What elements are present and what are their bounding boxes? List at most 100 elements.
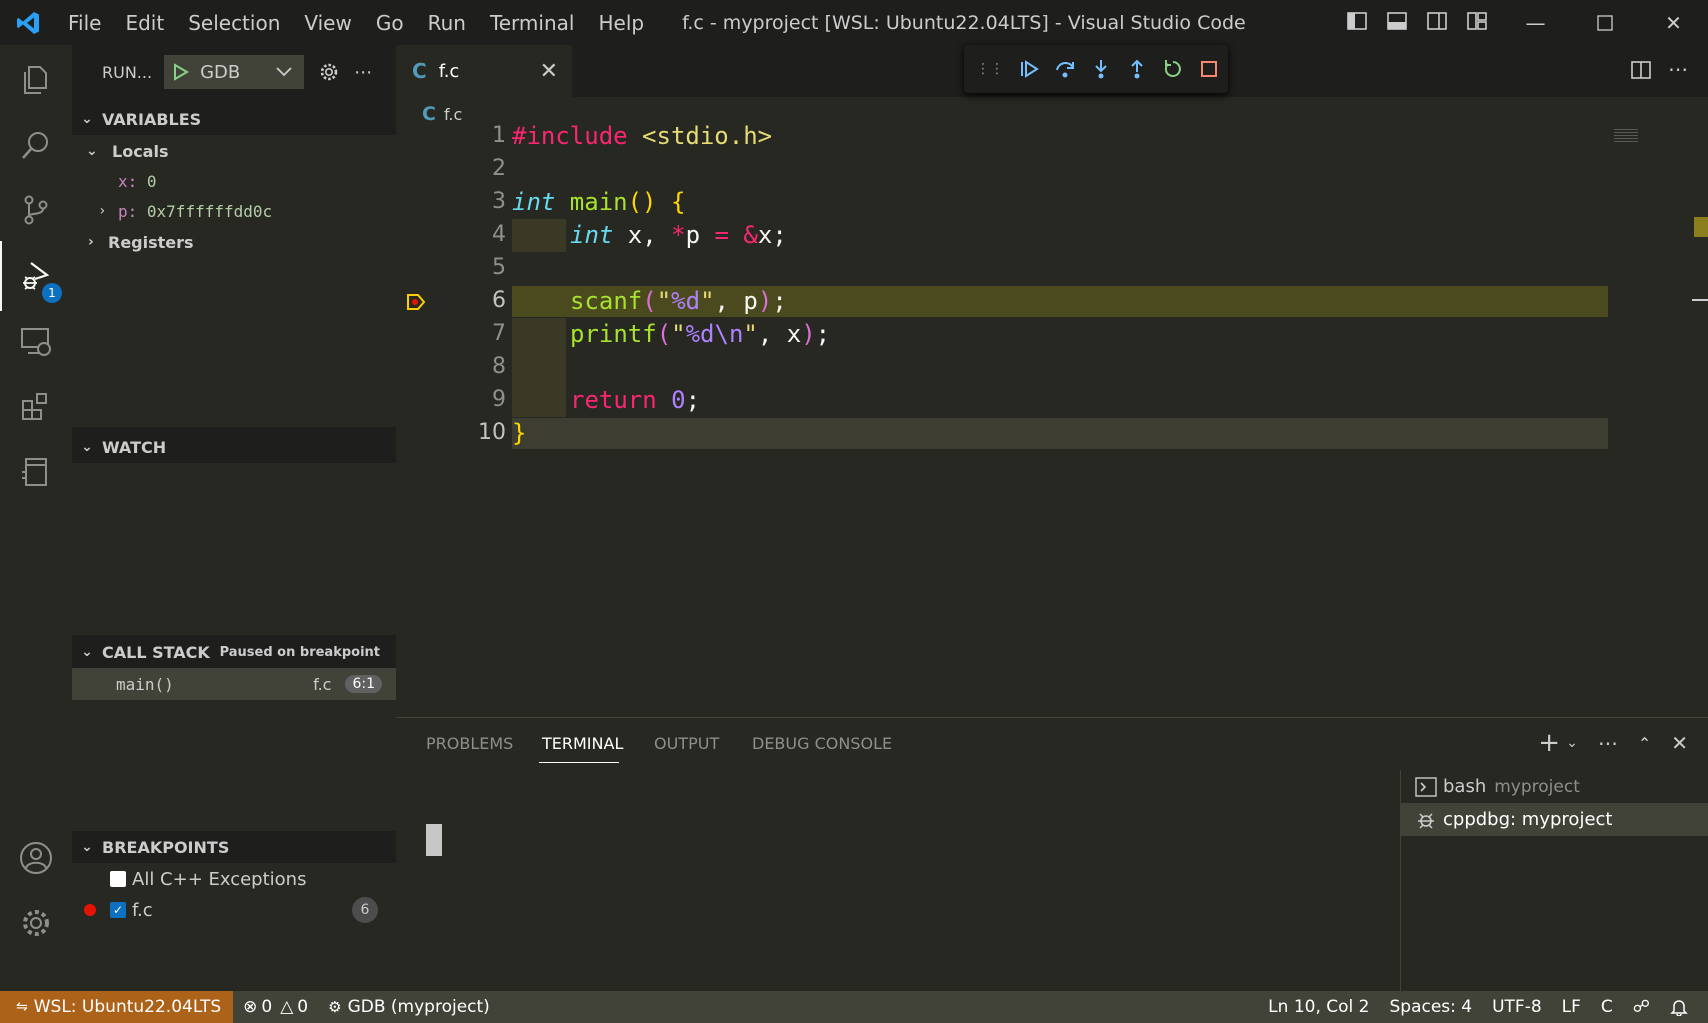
menu-terminal[interactable]: Terminal [478,11,587,35]
code-line[interactable]: 9 return 0; [396,384,1708,417]
code-line[interactable]: 4 int x, *p = &x; [396,219,1708,252]
terminal-item-cppdbg[interactable]: cppdbg: myproject [1401,803,1708,836]
error-icon: ⊗ [243,997,258,1017]
variable-row[interactable]: › p: 0x7ffffffdd0c [72,195,396,227]
breakpoint-row[interactable]: All C++ Exceptions [72,863,396,895]
restart-icon[interactable] [1162,58,1184,80]
debug-sidebar: RUN... GDB ⋯ ⌄ VARIABLES ⌄ Locals x: 0 ›… [72,45,396,991]
menu-view[interactable]: View [292,11,363,35]
step-out-icon[interactable] [1126,58,1148,80]
terminal-item-bash[interactable]: bash myproject [1401,770,1708,803]
search-icon[interactable] [0,110,72,180]
breakpoints-section-header[interactable]: ⌄ BREAKPOINTS [72,831,396,863]
variables-section-header[interactable]: ⌄ VARIABLES [72,103,396,135]
call-stack-section-header[interactable]: ⌄ CALL STACK Paused on breakpoint [72,636,396,668]
code-line[interactable]: 3 int main() { [396,186,1708,219]
warning-icon: △ [280,997,294,1017]
stop-icon[interactable] [1198,58,1220,80]
watch-panel [72,463,396,635]
debug-session-indicator[interactable]: ⚙ GDB (myproject) [318,997,500,1017]
language-mode[interactable]: C [1591,997,1623,1017]
menu-selection[interactable]: Selection [176,11,292,35]
toggle-primary-sidebar-icon[interactable] [1346,10,1368,32]
tab-problems[interactable]: PROBLEMS [426,734,513,753]
menu-help[interactable]: Help [586,11,656,35]
menu-edit[interactable]: Edit [113,11,176,35]
code-line[interactable]: 5 [396,252,1708,285]
cursor-position[interactable]: Ln 10, Col 2 [1258,997,1379,1017]
variable-name: x: [118,171,138,191]
more-actions-icon[interactable]: ⋯ [1598,731,1618,755]
drag-handle-icon[interactable]: ⋮⋮ [976,61,1004,77]
remote-explorer-icon[interactable] [0,306,72,376]
manage-gear-icon[interactable] [0,888,72,958]
close-panel-icon[interactable]: ✕ [1671,731,1688,755]
remote-indicator[interactable]: ⇋ WSL: Ubuntu22.04LTS [0,991,234,1023]
maximize-icon[interactable] [1570,0,1639,45]
menu-run[interactable]: Run [416,11,478,35]
run-and-debug-icon[interactable]: 1 [0,241,72,311]
split-editor-icon[interactable] [1630,59,1652,85]
problems-indicator[interactable]: ⊗ 0 △ 0 [233,997,318,1017]
close-window-icon[interactable]: ✕ [1639,0,1708,45]
toggle-panel-icon[interactable] [1386,10,1408,32]
toggle-secondary-sidebar-icon[interactable] [1426,10,1448,32]
tab-output[interactable]: OUTPUT [654,734,719,753]
debug-icon [1418,812,1434,829]
variable-row[interactable]: x: 0 [72,165,396,197]
code-line[interactable]: 8 [396,351,1708,384]
c-file-icon: C [412,59,427,83]
customize-layout-icon[interactable] [1466,10,1488,32]
menu-file[interactable]: File [56,11,113,35]
close-icon[interactable]: ✕ [540,59,558,84]
checkbox-checked[interactable]: ✓ [110,902,126,918]
source-control-icon[interactable] [0,175,72,245]
step-over-icon[interactable] [1054,58,1076,80]
more-actions-icon[interactable]: ⋯ [354,62,372,83]
end-of-line[interactable]: LF [1552,997,1591,1017]
notifications-bell-icon[interactable] [1660,998,1698,1016]
stack-frame-row[interactable]: main() f.c 6:1 [72,668,396,700]
code-line[interactable]: 2 [396,153,1708,186]
registers-scope[interactable]: › Registers [72,226,396,258]
continue-icon[interactable] [1018,58,1040,80]
watch-section-header[interactable]: ⌄ WATCH [72,431,396,463]
indentation[interactable]: Spaces: 4 [1379,997,1482,1017]
step-into-icon[interactable] [1090,58,1112,80]
new-terminal-plus-icon[interactable]: + [1538,728,1560,758]
variables-header-label: VARIABLES [102,109,202,129]
code-line[interactable]: 1 #include <stdio.h> [396,120,1708,153]
minimize-icon[interactable]: — [1501,0,1570,45]
chevron-down-icon [276,67,292,77]
current-execution-line[interactable]: 6 scanf("%d", p); [396,285,1708,318]
tab-f-c[interactable]: C f.c ✕ [396,45,572,97]
start-debugging-icon[interactable] [172,63,190,81]
accounts-icon[interactable] [0,823,72,893]
tab-debug-console[interactable]: DEBUG CONSOLE [752,734,892,753]
extensions-icon[interactable] [0,371,72,441]
cursor-line[interactable]: 10 } [396,417,1708,450]
encoding[interactable]: UTF-8 [1482,997,1552,1017]
terminal-name: cppdbg: myproject [1443,809,1613,830]
menu-bar: File Edit Selection View Go Run Terminal… [56,11,656,35]
checkbox-unchecked[interactable] [110,871,126,887]
explorer-icon[interactable] [0,45,72,115]
menu-go[interactable]: Go [364,11,416,35]
frame-position-badge: 6:1 [345,675,382,693]
feedback-icon[interactable]: ☍ [1623,997,1660,1017]
chevron-down-icon: ⌄ [81,439,93,455]
debug-config-select[interactable]: GDB [164,55,305,89]
code-line[interactable]: 7 printf("%d\n", x); [396,318,1708,417]
breakpoint-stopped-icon[interactable] [406,293,426,311]
debug-settings-gear-icon[interactable] [318,61,340,83]
editor-more-actions-icon[interactable]: ⋯ [1668,57,1688,81]
tab-terminal[interactable]: TERMINAL [542,734,623,753]
breakpoint-row[interactable]: ✓ f.c 6 [72,894,396,926]
notebook-icon[interactable] [0,437,72,507]
variable-value: 0 [146,171,157,191]
chevron-down-icon[interactable]: ⌄ [1566,735,1578,751]
maximize-panel-icon[interactable]: ⌃ [1638,734,1651,753]
activity-bar: 1 [0,45,72,991]
locals-scope[interactable]: ⌄ Locals [72,135,396,167]
status-bar-right: Ln 10, Col 2 Spaces: 4 UTF-8 LF C ☍ [1258,991,1698,1023]
